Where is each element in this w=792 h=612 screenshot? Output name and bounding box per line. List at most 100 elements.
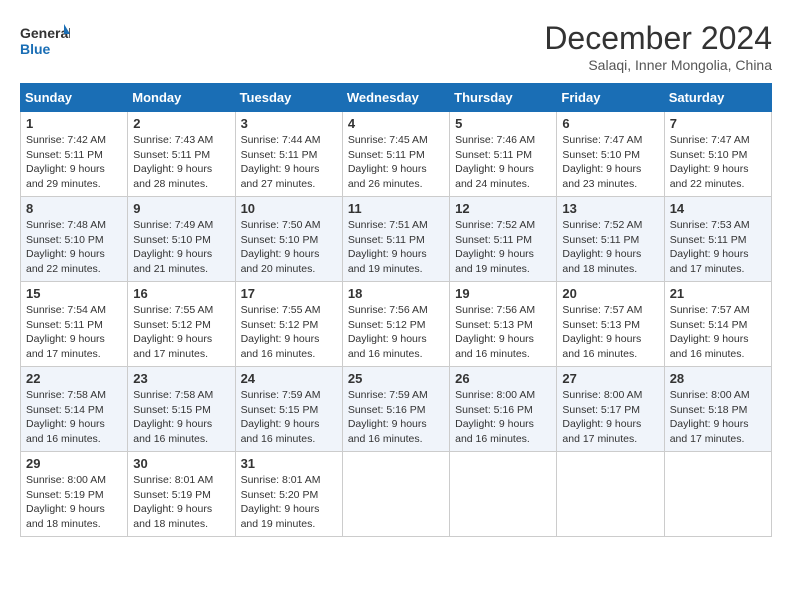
calendar-cell: 19 Sunrise: 7:56 AM Sunset: 5:13 PM Dayl… — [450, 282, 557, 367]
calendar-cell: 8 Sunrise: 7:48 AM Sunset: 5:10 PM Dayli… — [21, 197, 128, 282]
day-header-monday: Monday — [128, 84, 235, 112]
day-number: 25 — [348, 371, 444, 386]
calendar-cell: 13 Sunrise: 7:52 AM Sunset: 5:11 PM Dayl… — [557, 197, 664, 282]
day-info: Sunrise: 8:00 AM Sunset: 5:18 PM Dayligh… — [670, 388, 766, 447]
day-number: 31 — [241, 456, 337, 471]
day-header-wednesday: Wednesday — [342, 84, 449, 112]
day-info: Sunrise: 8:01 AM Sunset: 5:19 PM Dayligh… — [133, 473, 229, 532]
logo-graphic: General Blue — [20, 20, 70, 65]
calendar-cell — [664, 452, 771, 537]
day-number: 30 — [133, 456, 229, 471]
day-info: Sunrise: 7:56 AM Sunset: 5:13 PM Dayligh… — [455, 303, 551, 362]
day-info: Sunrise: 7:59 AM Sunset: 5:16 PM Dayligh… — [348, 388, 444, 447]
day-info: Sunrise: 7:45 AM Sunset: 5:11 PM Dayligh… — [348, 133, 444, 192]
month-title: December 2024 — [544, 20, 772, 57]
day-info: Sunrise: 7:52 AM Sunset: 5:11 PM Dayligh… — [455, 218, 551, 277]
calendar-cell — [342, 452, 449, 537]
day-header-thursday: Thursday — [450, 84, 557, 112]
day-number: 11 — [348, 201, 444, 216]
day-number: 2 — [133, 116, 229, 131]
calendar-week-row: 29 Sunrise: 8:00 AM Sunset: 5:19 PM Dayl… — [21, 452, 772, 537]
day-number: 1 — [26, 116, 122, 131]
calendar-cell — [450, 452, 557, 537]
calendar-cell: 20 Sunrise: 7:57 AM Sunset: 5:13 PM Dayl… — [557, 282, 664, 367]
day-info: Sunrise: 7:53 AM Sunset: 5:11 PM Dayligh… — [670, 218, 766, 277]
logo: General Blue — [20, 20, 70, 65]
day-number: 28 — [670, 371, 766, 386]
calendar-cell: 5 Sunrise: 7:46 AM Sunset: 5:11 PM Dayli… — [450, 112, 557, 197]
day-number: 20 — [562, 286, 658, 301]
day-info: Sunrise: 7:55 AM Sunset: 5:12 PM Dayligh… — [241, 303, 337, 362]
day-number: 23 — [133, 371, 229, 386]
calendar-cell: 28 Sunrise: 8:00 AM Sunset: 5:18 PM Dayl… — [664, 367, 771, 452]
day-info: Sunrise: 7:46 AM Sunset: 5:11 PM Dayligh… — [455, 133, 551, 192]
calendar-cell: 27 Sunrise: 8:00 AM Sunset: 5:17 PM Dayl… — [557, 367, 664, 452]
day-info: Sunrise: 7:51 AM Sunset: 5:11 PM Dayligh… — [348, 218, 444, 277]
day-header-friday: Friday — [557, 84, 664, 112]
day-number: 17 — [241, 286, 337, 301]
day-number: 26 — [455, 371, 551, 386]
calendar-table: SundayMondayTuesdayWednesdayThursdayFrid… — [20, 83, 772, 537]
day-info: Sunrise: 7:50 AM Sunset: 5:10 PM Dayligh… — [241, 218, 337, 277]
calendar-cell: 23 Sunrise: 7:58 AM Sunset: 5:15 PM Dayl… — [128, 367, 235, 452]
day-header-tuesday: Tuesday — [235, 84, 342, 112]
day-number: 24 — [241, 371, 337, 386]
day-header-sunday: Sunday — [21, 84, 128, 112]
day-info: Sunrise: 7:42 AM Sunset: 5:11 PM Dayligh… — [26, 133, 122, 192]
day-number: 29 — [26, 456, 122, 471]
calendar-cell: 24 Sunrise: 7:59 AM Sunset: 5:15 PM Dayl… — [235, 367, 342, 452]
day-info: Sunrise: 7:43 AM Sunset: 5:11 PM Dayligh… — [133, 133, 229, 192]
day-number: 27 — [562, 371, 658, 386]
day-number: 13 — [562, 201, 658, 216]
calendar-week-row: 22 Sunrise: 7:58 AM Sunset: 5:14 PM Dayl… — [21, 367, 772, 452]
day-info: Sunrise: 7:44 AM Sunset: 5:11 PM Dayligh… — [241, 133, 337, 192]
calendar-cell: 31 Sunrise: 8:01 AM Sunset: 5:20 PM Dayl… — [235, 452, 342, 537]
day-number: 14 — [670, 201, 766, 216]
day-number: 5 — [455, 116, 551, 131]
calendar-cell: 29 Sunrise: 8:00 AM Sunset: 5:19 PM Dayl… — [21, 452, 128, 537]
calendar-cell: 22 Sunrise: 7:58 AM Sunset: 5:14 PM Dayl… — [21, 367, 128, 452]
day-info: Sunrise: 7:48 AM Sunset: 5:10 PM Dayligh… — [26, 218, 122, 277]
calendar-cell: 14 Sunrise: 7:53 AM Sunset: 5:11 PM Dayl… — [664, 197, 771, 282]
day-info: Sunrise: 7:59 AM Sunset: 5:15 PM Dayligh… — [241, 388, 337, 447]
calendar-cell: 1 Sunrise: 7:42 AM Sunset: 5:11 PM Dayli… — [21, 112, 128, 197]
day-number: 18 — [348, 286, 444, 301]
day-info: Sunrise: 7:54 AM Sunset: 5:11 PM Dayligh… — [26, 303, 122, 362]
day-info: Sunrise: 8:01 AM Sunset: 5:20 PM Dayligh… — [241, 473, 337, 532]
day-info: Sunrise: 7:55 AM Sunset: 5:12 PM Dayligh… — [133, 303, 229, 362]
day-number: 21 — [670, 286, 766, 301]
calendar-cell: 18 Sunrise: 7:56 AM Sunset: 5:12 PM Dayl… — [342, 282, 449, 367]
calendar-cell: 2 Sunrise: 7:43 AM Sunset: 5:11 PM Dayli… — [128, 112, 235, 197]
day-info: Sunrise: 7:49 AM Sunset: 5:10 PM Dayligh… — [133, 218, 229, 277]
day-number: 22 — [26, 371, 122, 386]
location-subtitle: Salaqi, Inner Mongolia, China — [544, 57, 772, 73]
svg-text:General: General — [20, 25, 70, 41]
calendar-cell — [557, 452, 664, 537]
day-number: 10 — [241, 201, 337, 216]
calendar-cell: 9 Sunrise: 7:49 AM Sunset: 5:10 PM Dayli… — [128, 197, 235, 282]
calendar-cell: 7 Sunrise: 7:47 AM Sunset: 5:10 PM Dayli… — [664, 112, 771, 197]
calendar-cell: 21 Sunrise: 7:57 AM Sunset: 5:14 PM Dayl… — [664, 282, 771, 367]
day-number: 12 — [455, 201, 551, 216]
calendar-cell: 25 Sunrise: 7:59 AM Sunset: 5:16 PM Dayl… — [342, 367, 449, 452]
calendar-cell: 15 Sunrise: 7:54 AM Sunset: 5:11 PM Dayl… — [21, 282, 128, 367]
calendar-cell: 10 Sunrise: 7:50 AM Sunset: 5:10 PM Dayl… — [235, 197, 342, 282]
calendar-cell: 11 Sunrise: 7:51 AM Sunset: 5:11 PM Dayl… — [342, 197, 449, 282]
day-number: 6 — [562, 116, 658, 131]
page-header: General Blue December 2024 Salaqi, Inner… — [20, 20, 772, 73]
calendar-cell: 4 Sunrise: 7:45 AM Sunset: 5:11 PM Dayli… — [342, 112, 449, 197]
day-number: 3 — [241, 116, 337, 131]
calendar-cell: 6 Sunrise: 7:47 AM Sunset: 5:10 PM Dayli… — [557, 112, 664, 197]
calendar-week-row: 15 Sunrise: 7:54 AM Sunset: 5:11 PM Dayl… — [21, 282, 772, 367]
calendar-cell: 17 Sunrise: 7:55 AM Sunset: 5:12 PM Dayl… — [235, 282, 342, 367]
calendar-cell: 3 Sunrise: 7:44 AM Sunset: 5:11 PM Dayli… — [235, 112, 342, 197]
day-header-saturday: Saturday — [664, 84, 771, 112]
day-info: Sunrise: 7:56 AM Sunset: 5:12 PM Dayligh… — [348, 303, 444, 362]
calendar-cell: 16 Sunrise: 7:55 AM Sunset: 5:12 PM Dayl… — [128, 282, 235, 367]
calendar-cell: 26 Sunrise: 8:00 AM Sunset: 5:16 PM Dayl… — [450, 367, 557, 452]
day-info: Sunrise: 7:47 AM Sunset: 5:10 PM Dayligh… — [670, 133, 766, 192]
day-info: Sunrise: 7:57 AM Sunset: 5:13 PM Dayligh… — [562, 303, 658, 362]
day-number: 19 — [455, 286, 551, 301]
day-info: Sunrise: 8:00 AM Sunset: 5:19 PM Dayligh… — [26, 473, 122, 532]
day-info: Sunrise: 7:47 AM Sunset: 5:10 PM Dayligh… — [562, 133, 658, 192]
